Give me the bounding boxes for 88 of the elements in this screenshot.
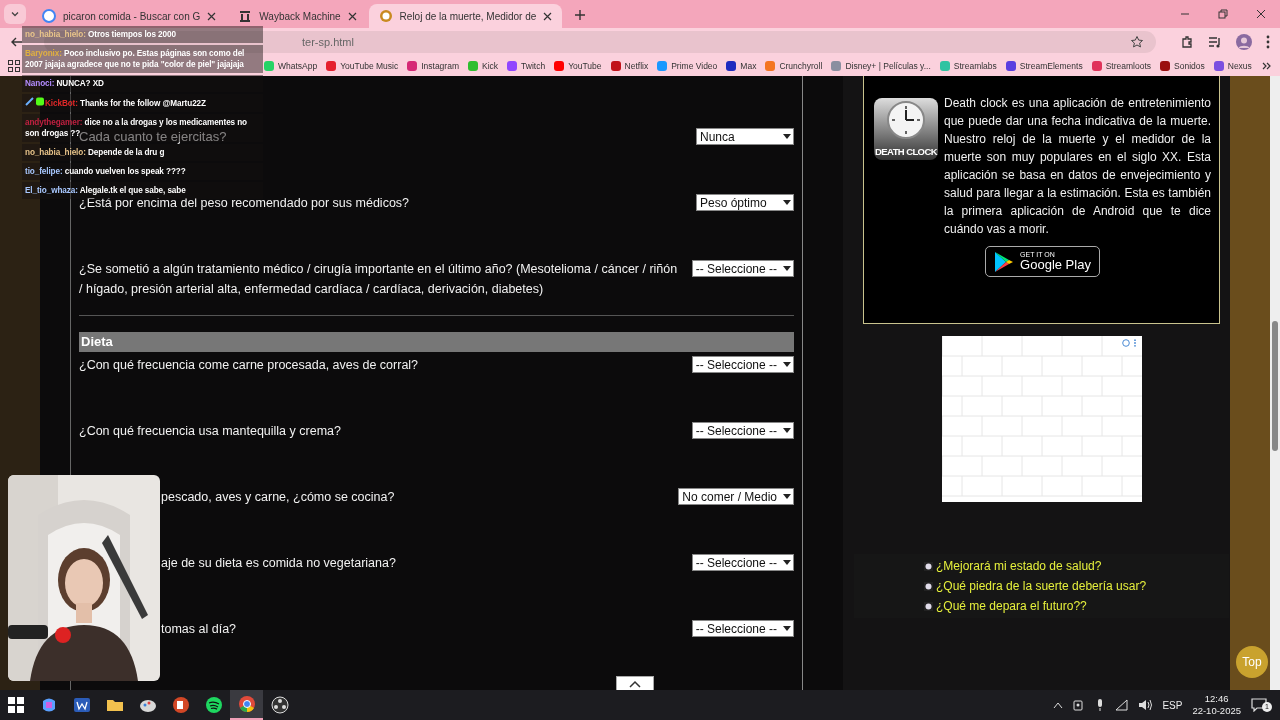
bookmark-link[interactable]: StreamElements bbox=[1005, 61, 1083, 71]
chat-message: Nanoci: NUNCA? XD bbox=[22, 75, 263, 92]
question-text: Cada cuanto te ejercitas? bbox=[79, 128, 227, 146]
star-icon[interactable] bbox=[1130, 35, 1144, 49]
dropdown[interactable]: -- Seleccione -- bbox=[691, 356, 794, 373]
chevron-up-icon bbox=[629, 680, 641, 688]
avatar-icon[interactable] bbox=[1236, 34, 1252, 50]
caret-icon bbox=[783, 361, 791, 368]
bookmark-link[interactable]: Kick bbox=[468, 61, 499, 71]
speaker-icon[interactable] bbox=[1138, 699, 1153, 711]
description-text: Death clock es una aplicación de entretenimiento que puede dar una fecha indicativa de la muerte. Nuestro reloj de la muerte y el medidor de la muerte son muy populares en el siglo XX. Esta aplicación se basa en datos de envejecimiento y salud para llegar a la estimación. Esta es también la primera aplicación de Android que te dice cuándo vas a morir. bbox=[944, 95, 1211, 238]
bullet-icon bbox=[924, 601, 933, 611]
clock[interactable]: 12:46 22-10-2025 bbox=[1192, 693, 1241, 717]
clock-icon bbox=[378, 9, 393, 23]
spotify-icon bbox=[204, 696, 223, 714]
new-tab-icon[interactable] bbox=[574, 9, 587, 21]
close-icon[interactable] bbox=[543, 11, 553, 21]
dropdown[interactable]: -- Seleccione -- bbox=[691, 260, 794, 277]
close-icon[interactable] bbox=[1256, 9, 1266, 19]
bookmark-link[interactable]: Max bbox=[726, 61, 757, 71]
dropdown[interactable]: No comer / Medio bbox=[678, 488, 794, 505]
taskbar-button[interactable] bbox=[230, 690, 263, 720]
bookmark-link[interactable]: Streamloots bbox=[1091, 61, 1152, 71]
bullet-icon bbox=[924, 561, 933, 571]
caret-icon bbox=[783, 559, 791, 566]
section-header: Dieta bbox=[79, 332, 794, 352]
clock-icon bbox=[886, 100, 926, 140]
dropdown[interactable]: -- Seleccione -- bbox=[691, 422, 794, 439]
more-icon[interactable] bbox=[1266, 35, 1270, 49]
question-text: pescado, aves y carne, ¿cómo se cocina? bbox=[160, 489, 395, 506]
chat-message: Baryonix: Poco inclusivo po. Estas páginas son como del 2007 jajaja agradece que no te pida "color de piel" jajajaja bbox=[22, 45, 263, 73]
scrollbar[interactable] bbox=[1270, 76, 1280, 690]
caret-icon bbox=[783, 265, 791, 272]
caret-icon bbox=[783, 493, 791, 500]
camera-icon[interactable] bbox=[1073, 699, 1086, 711]
dropdown[interactable]: -- Seleccione -- bbox=[691, 554, 794, 571]
tab-list-icon[interactable] bbox=[10, 9, 20, 19]
scroll-up-button[interactable] bbox=[616, 676, 654, 690]
bookmark-link[interactable]: Netflix bbox=[610, 61, 649, 71]
question-text: tomas al día? bbox=[160, 621, 237, 638]
logo-text: DEATH CLOCK bbox=[875, 146, 937, 159]
restore-icon[interactable] bbox=[1218, 9, 1228, 19]
browser-tab[interactable]: picaron comida - Buscar con G bbox=[32, 4, 227, 28]
dropdown[interactable]: Nunca bbox=[696, 128, 794, 145]
dropdown[interactable]: Peso óptimo bbox=[696, 194, 794, 211]
bookmark-link[interactable]: Crunchyroll bbox=[765, 61, 823, 71]
question-text: ¿Con qué frecuencia usa mantequilla y crema? bbox=[79, 423, 341, 440]
chevron-icon[interactable] bbox=[1262, 61, 1272, 71]
question-text: ¿Con qué frecuencia come carne procesada, aves de corral? bbox=[79, 357, 419, 374]
question-text: aje de su dieta es comida no vegetariana? bbox=[160, 555, 396, 572]
bookmark-link[interactable]: Sonidos bbox=[1160, 61, 1205, 71]
columns-icon bbox=[238, 9, 253, 23]
apps-grid-icon[interactable] bbox=[8, 60, 20, 72]
bookmark-link[interactable]: Instagram bbox=[407, 61, 459, 71]
bookmark-link[interactable]: Streamlabs bbox=[939, 61, 997, 71]
bookmark-link[interactable]: YouTube Music bbox=[326, 61, 399, 71]
media-icon[interactable] bbox=[1208, 35, 1222, 49]
question-link[interactable]: ¿Qué me depara el futuro?? bbox=[936, 598, 1087, 614]
question-text: ¿Se sometió a algún tratamiento médico / cirugía importante en el último año? (Mesotelioma / cáncer / riñón / hígado, presión arterial alta, enfermedad cardíaca / cardíaca, derivación, diabetes) bbox=[79, 261, 679, 298]
chevron-up-icon[interactable] bbox=[1053, 701, 1064, 709]
circle-icon bbox=[42, 9, 56, 23]
close-icon[interactable] bbox=[347, 11, 357, 21]
play-triangle-icon bbox=[994, 250, 1015, 273]
puzzle-icon[interactable] bbox=[1180, 35, 1194, 49]
bookmark-link[interactable]: Disney+ | Películas y... bbox=[831, 61, 931, 71]
caret-icon bbox=[783, 625, 791, 632]
bookmark-link[interactable]: YouTube bbox=[554, 61, 602, 71]
message-icon bbox=[1251, 697, 1267, 712]
chrome-icon bbox=[237, 695, 256, 713]
dropdown[interactable]: -- Seleccione -- bbox=[691, 620, 794, 637]
bookmark-link[interactable]: Nexus bbox=[1213, 61, 1252, 71]
bullet-icon bbox=[924, 581, 933, 591]
caret-icon bbox=[783, 199, 791, 206]
browser-tab[interactable]: Wayback Machine bbox=[228, 4, 367, 28]
bookmark-link[interactable]: Prime Video bbox=[657, 61, 718, 71]
browser-tab[interactable]: Reloj de la muerte, Medidor de bbox=[368, 4, 563, 28]
caret-icon bbox=[783, 133, 791, 140]
caret-icon bbox=[783, 427, 791, 434]
word-icon bbox=[72, 696, 91, 714]
language-indicator[interactable]: ESP bbox=[1162, 699, 1183, 711]
question-link[interactable]: ¿Mejorará mi estado de salud? bbox=[936, 558, 1102, 574]
bookmark-link[interactable]: WhatsApp bbox=[264, 61, 318, 71]
bookmark-link[interactable]: Twitch bbox=[507, 61, 546, 71]
question-link[interactable]: ¿Qué piedra de la suerte debería usar? bbox=[936, 578, 1147, 594]
chat-message: no_habia_hielo: Otros tiempos los 2000 bbox=[22, 26, 263, 43]
close-icon[interactable] bbox=[207, 11, 217, 21]
back-icon[interactable] bbox=[10, 35, 24, 49]
windows-start-icon[interactable] bbox=[8, 697, 24, 713]
